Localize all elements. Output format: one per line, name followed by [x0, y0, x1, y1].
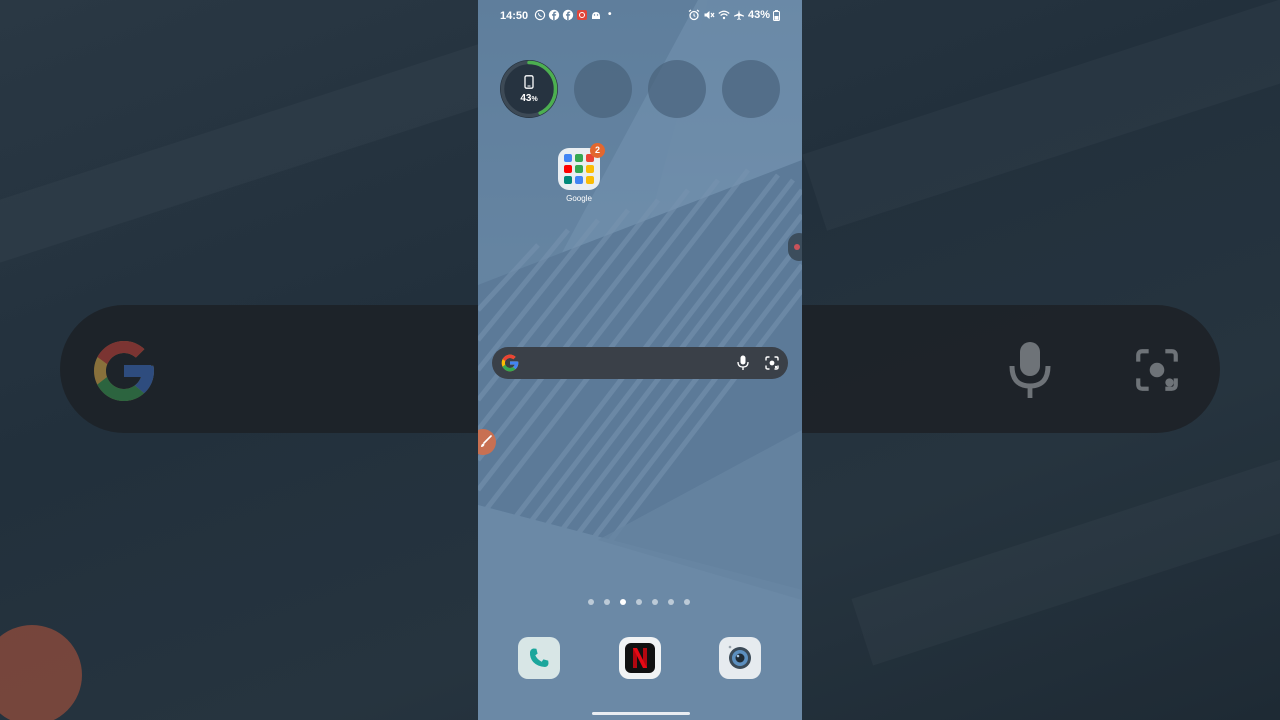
- facebook-icon: [548, 9, 560, 21]
- wifi-icon: [718, 10, 730, 20]
- background-lens-icon: [1136, 349, 1178, 391]
- more-notifications-dot: •: [608, 9, 612, 20]
- empty-battery-slot: [648, 60, 706, 118]
- mic-icon[interactable]: [736, 355, 750, 371]
- whatsapp-icon: [534, 9, 546, 21]
- app-notification-icon: [577, 10, 587, 20]
- background-google-logo: [94, 341, 154, 401]
- phone-battery-level: 43%: [520, 93, 538, 104]
- battery-icon: [773, 9, 780, 21]
- dock-app-camera[interactable]: [719, 637, 761, 679]
- folder-app-meet-icon: [564, 176, 572, 184]
- android-icon: [592, 12, 600, 19]
- google-search-bar[interactable]: [492, 347, 788, 379]
- smartphone-icon: [524, 75, 534, 89]
- phone-battery-widget[interactable]: 43%: [500, 60, 558, 118]
- phone-screen: 14:50 • 43% 43% 2 Google: [478, 0, 802, 720]
- folder-app-photos-icon: [586, 176, 594, 184]
- page-dot-active[interactable]: [620, 599, 626, 605]
- notification-icons: •: [534, 9, 612, 21]
- empty-battery-slot: [574, 60, 632, 118]
- folder-app-maps-icon: [575, 165, 583, 173]
- google-logo-icon: [501, 354, 519, 372]
- page-dot[interactable]: [668, 599, 674, 605]
- status-bar: 14:50 • 43%: [478, 0, 802, 32]
- netflix-icon: [625, 643, 655, 673]
- battery-ring: [500, 60, 558, 118]
- folder-label: Google: [566, 194, 592, 203]
- mute-icon: [704, 11, 715, 19]
- page-dot[interactable]: [636, 599, 642, 605]
- folder-notification-badge: 2: [590, 143, 605, 158]
- battery-percentage: 43%: [747, 9, 770, 21]
- folder-app-drive-icon: [586, 165, 594, 173]
- camera-icon: [728, 645, 751, 669]
- background-brush-button-blur: [0, 625, 82, 720]
- empty-battery-slot: [722, 60, 780, 118]
- netflix-n-mark: [633, 648, 647, 668]
- dock-app-phone[interactable]: [518, 637, 560, 679]
- airplane-icon: [733, 10, 744, 20]
- page-dot[interactable]: [604, 599, 610, 605]
- status-right: 43%: [688, 9, 780, 21]
- page-indicator: [588, 599, 690, 605]
- folder-app-chrome-icon: [575, 154, 583, 162]
- page-dot[interactable]: [588, 599, 594, 605]
- folder-app-youtube-icon: [564, 165, 572, 173]
- page-dot[interactable]: [652, 599, 658, 605]
- edge-panel-dot: [794, 244, 800, 250]
- facebook-icon: [562, 9, 574, 21]
- page-dot[interactable]: [684, 599, 690, 605]
- alarm-icon: [688, 9, 700, 21]
- battery-widget-row: 43%: [500, 60, 780, 118]
- gesture-navigation-bar[interactable]: [592, 712, 690, 715]
- google-lens-icon[interactable]: [764, 355, 780, 371]
- brush-icon: [481, 435, 492, 447]
- background-mic-icon: [1009, 342, 1051, 398]
- phone-icon: [529, 648, 549, 667]
- folder-app-google-icon: [564, 154, 572, 162]
- folder-app-play-icon: [575, 176, 583, 184]
- status-time: 14:50: [500, 10, 529, 22]
- dock-app-netflix[interactable]: [619, 637, 661, 679]
- edge-panel-handle[interactable]: [788, 233, 802, 261]
